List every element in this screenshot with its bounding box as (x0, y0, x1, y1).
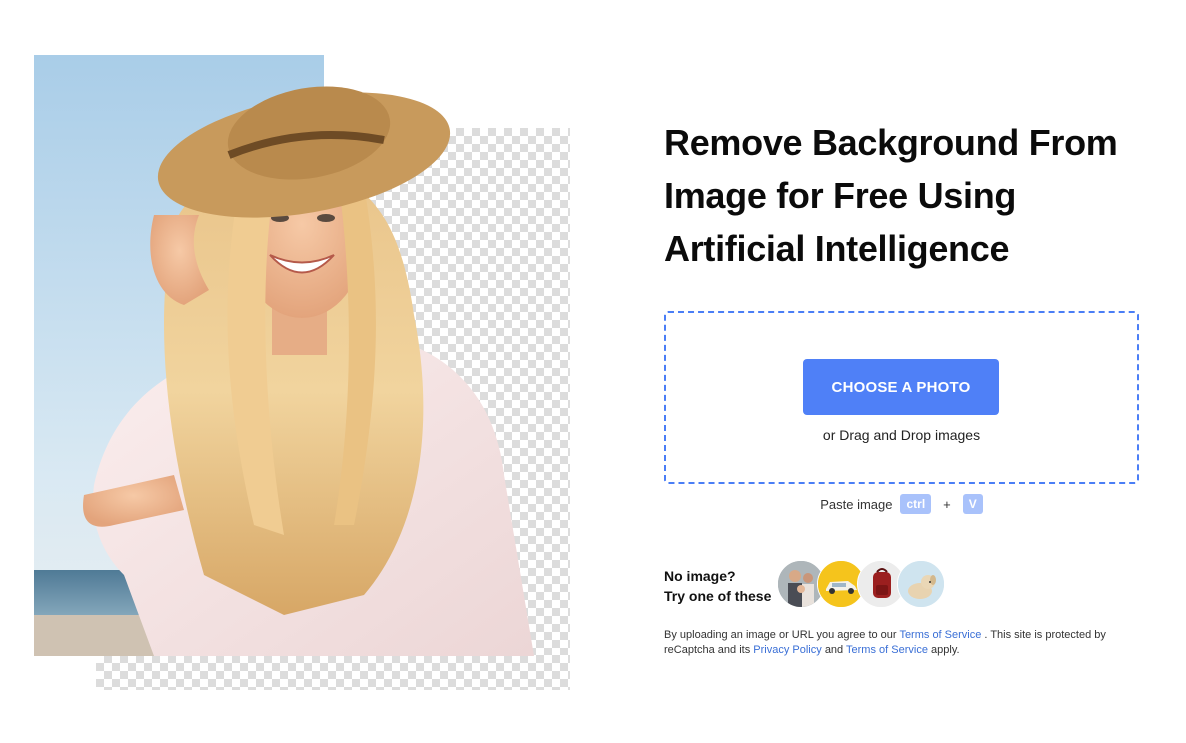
hero-photo (34, 55, 554, 656)
sample-prompt-line-1: No image? (664, 568, 736, 584)
choose-photo-button[interactable]: CHOOSE A PHOTO (803, 359, 999, 415)
legal-text-4: apply. (931, 644, 960, 656)
legal-text-1: By uploading an image or URL you agree t… (664, 629, 897, 641)
sample-prompt: No image? Try one of these (664, 566, 771, 606)
plus-sign: + (943, 496, 951, 512)
legal-notice: By uploading an image or URL you agree t… (664, 628, 1134, 658)
terms-of-service-link[interactable]: Terms of Service (899, 629, 981, 641)
sample-images (777, 560, 947, 608)
title-line-1: Remove Background From (664, 122, 1118, 163)
ctrl-key-badge: ctrl (900, 494, 932, 514)
title-line-2: Image for Free Using (664, 175, 1017, 216)
legal-text-3: and (824, 644, 844, 656)
privacy-policy-link[interactable]: Privacy Policy (753, 644, 821, 656)
paste-label: Paste image (820, 496, 893, 512)
sample-puppy-thumbnail[interactable] (897, 560, 945, 608)
title-line-3: Artificial Intelligence (664, 228, 1010, 269)
drag-drop-hint: or Drag and Drop images (822, 427, 981, 443)
v-key-badge: V (962, 494, 983, 514)
page-title: Remove Background From Image for Free Us… (664, 116, 1164, 275)
paste-hint: Paste image ctrl + V (664, 494, 1139, 514)
terms-of-service-link-2[interactable]: Terms of Service (846, 644, 928, 656)
sample-prompt-line-2: Try one of these (664, 588, 772, 604)
transparency-checkerboard-bottom (96, 655, 570, 690)
